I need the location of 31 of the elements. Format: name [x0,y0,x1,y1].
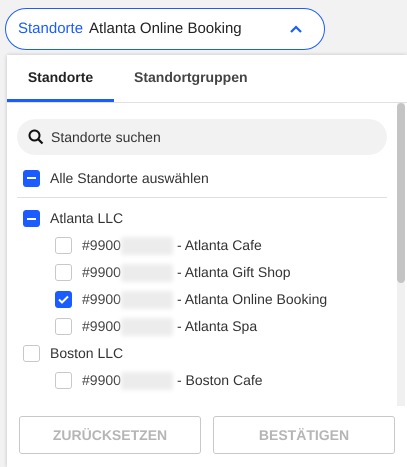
option-label: Alle Standorte auswählen [50,168,209,188]
dropdown-value: Atlanta Online Booking [89,18,243,39]
location-label: - Atlanta Cafe [176,236,262,255]
location-code: #9900 [82,371,121,390]
tab[interactable]: Standorte [7,55,114,102]
scrollbar[interactable] [397,103,405,406]
tab[interactable]: Standortgruppen [114,55,268,102]
location-code: #9900 [82,290,121,309]
checkmark-icon [58,295,69,304]
group-label: Boston LLC [50,344,124,363]
chevron-icon [290,25,302,33]
checkbox[interactable] [55,237,72,254]
group-label: Atlanta LLC [50,209,124,228]
location-label: - Boston Cafe [176,371,263,390]
checkbox[interactable] [55,264,72,281]
location-code: #9900 [82,263,121,282]
location-code: #9900 [82,317,121,336]
search-icon [28,129,44,145]
checkbox[interactable] [23,345,40,362]
location-label: - Atlanta Gift Shop [176,263,291,282]
location-label: - Atlanta Online Booking [176,290,328,309]
checkbox[interactable] [23,210,40,227]
checkbox[interactable] [23,170,40,186]
dropdown-label: Standorte [18,18,84,39]
search-field[interactable]: Standorte suchen [17,119,387,155]
checkbox[interactable] [55,372,72,389]
location-code: #9900 [82,236,121,255]
checkbox[interactable] [55,291,72,308]
checkbox[interactable] [55,318,72,335]
location-dropdown[interactable]: Standorte Atlanta Online Booking [5,8,325,50]
location-label: - Atlanta Spa [176,317,258,336]
